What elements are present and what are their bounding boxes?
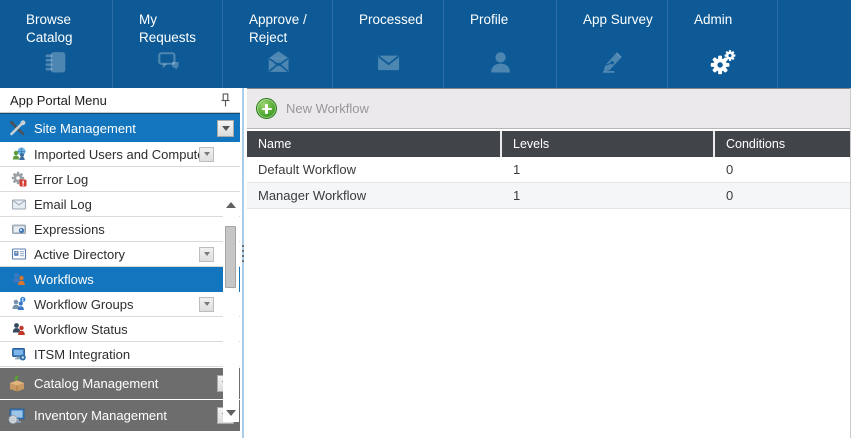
menu-item-label: Workflows — [34, 272, 236, 287]
section-label: Catalog Management — [34, 376, 217, 391]
workflow-toolbar: New Workflow — [247, 88, 851, 129]
workflow-status-icon — [10, 321, 28, 338]
table-row[interactable]: Default Workflow 1 0 — [247, 157, 851, 183]
nav-tab-processed[interactable]: Processed — [333, 0, 444, 88]
scroll-down-arrow-icon[interactable] — [226, 409, 236, 417]
menu-item-label: Imported Users and Computers — [34, 147, 199, 162]
cell-conditions: 0 — [713, 157, 851, 182]
menu-item-workflow-groups[interactable]: Workflow Groups — [0, 292, 240, 317]
menu-item-label: ITSM Integration — [34, 347, 236, 362]
sidebar-section-inventory-management[interactable]: Inventory Management — [0, 400, 240, 431]
cell-levels: 1 — [500, 157, 713, 182]
menu-item-label: Active Directory — [34, 247, 199, 262]
workflows-people-icon — [10, 271, 28, 288]
tools-icon — [6, 118, 28, 138]
sidebar-title: App Portal Menu — [10, 93, 107, 108]
nav-tab-label: Admin — [668, 0, 777, 29]
nav-tab-my-requests[interactable]: My Requests — [113, 0, 223, 88]
menu-item-workflow-status[interactable]: Workflow Status — [0, 317, 240, 342]
sidebar-titlebar: App Portal Menu — [0, 88, 240, 113]
menu-item-expressions[interactable]: Expressions — [0, 217, 240, 242]
nav-tab-label: My Requests — [113, 0, 222, 46]
chevron-down-icon[interactable] — [199, 247, 214, 262]
chat-bubbles-icon — [113, 44, 222, 80]
pen-nib-icon — [557, 44, 667, 80]
nav-tab-browse-catalog[interactable]: Browse Catalog — [0, 0, 113, 88]
workflow-grid: Name Levels Conditions Default Workflow … — [247, 131, 851, 209]
menu-item-active-directory[interactable]: Active Directory — [0, 242, 240, 267]
sidebar-section-site-management[interactable]: Site Management — [0, 113, 240, 142]
gears-icon — [668, 44, 777, 80]
nav-tab-profile[interactable]: Profile — [444, 0, 557, 88]
menu-item-label: Workflow Status — [34, 322, 236, 337]
pin-icon[interactable] — [218, 92, 232, 108]
scroll-up-arrow-icon[interactable] — [226, 201, 236, 209]
menu-item-workflows[interactable]: Workflows — [0, 267, 240, 292]
app-portal-page: Browse Catalog My Requests — [0, 0, 851, 438]
person-icon — [444, 44, 556, 80]
email-envelope-icon — [10, 196, 28, 213]
column-header-conditions[interactable]: Conditions — [713, 131, 851, 157]
main-content: New Workflow Name Levels Conditions Defa… — [247, 88, 851, 438]
expressions-icon — [10, 221, 28, 238]
top-navigation: Browse Catalog My Requests — [0, 0, 851, 88]
nav-tab-app-survey[interactable]: App Survey — [557, 0, 668, 88]
menu-item-label: Expressions — [34, 222, 236, 237]
menu-item-itsm-integration[interactable]: ITSM Integration — [0, 342, 240, 367]
chevron-down-icon[interactable] — [199, 297, 214, 312]
nav-tab-approve-reject[interactable]: Approve / Reject — [223, 0, 333, 88]
nav-tab-label: App Survey — [557, 0, 667, 29]
nav-tab-label: Browse Catalog — [0, 0, 112, 46]
grid-header-row: Name Levels Conditions — [247, 131, 851, 157]
menu-item-label: Workflow Groups — [34, 297, 199, 312]
catalog-box-icon — [6, 374, 28, 394]
itsm-monitor-gear-icon — [10, 346, 28, 363]
active-directory-icon — [10, 246, 28, 263]
sidebar-scrollbar[interactable] — [223, 196, 239, 422]
table-row[interactable]: Manager Workflow 1 0 — [247, 183, 851, 209]
error-log-gear-icon — [10, 171, 28, 188]
nav-tab-label: Processed — [333, 0, 443, 29]
cell-conditions: 0 — [713, 183, 851, 208]
nav-filler — [778, 0, 851, 88]
splitter-grip-icon — [242, 245, 245, 265]
panel-splitter[interactable] — [240, 88, 247, 438]
nav-tab-admin[interactable]: Admin — [668, 0, 778, 88]
imported-users-icon — [10, 146, 28, 163]
column-header-name[interactable]: Name — [247, 131, 500, 157]
nav-tab-label: Approve / Reject — [223, 0, 332, 46]
menu-item-error-log[interactable]: Error Log — [0, 167, 240, 192]
plus-icon — [256, 98, 277, 119]
menu-item-imported-users-and-computers[interactable]: Imported Users and Computers — [0, 142, 240, 167]
new-workflow-label: New Workflow — [286, 101, 369, 116]
chevron-down-icon[interactable] — [199, 147, 214, 162]
approve-envelope-icon — [223, 44, 332, 80]
scrollbar-thumb[interactable] — [225, 226, 236, 288]
cell-name: Manager Workflow — [247, 183, 500, 208]
new-workflow-button[interactable]: New Workflow — [256, 98, 369, 119]
sidebar-section-catalog-management[interactable]: Catalog Management — [0, 368, 240, 399]
section-label: Site Management — [34, 121, 217, 136]
envelope-icon — [333, 44, 443, 80]
nav-tab-label: Profile — [444, 0, 556, 29]
inventory-monitor-icon — [6, 406, 28, 426]
catalog-book-icon — [0, 44, 112, 80]
section-label: Inventory Management — [34, 408, 217, 423]
menu-item-email-log[interactable]: Email Log — [0, 192, 240, 217]
cell-name: Default Workflow — [247, 157, 500, 182]
site-management-menu: Imported Users and Computers — [0, 142, 240, 367]
workflow-groups-icon — [10, 296, 28, 313]
sidebar: App Portal Menu Site Management — [0, 88, 240, 438]
menu-item-label: Error Log — [34, 172, 236, 187]
column-header-levels[interactable]: Levels — [500, 131, 713, 157]
cell-levels: 1 — [500, 183, 713, 208]
chevron-down-icon[interactable] — [217, 120, 234, 137]
menu-item-label: Email Log — [34, 197, 236, 212]
